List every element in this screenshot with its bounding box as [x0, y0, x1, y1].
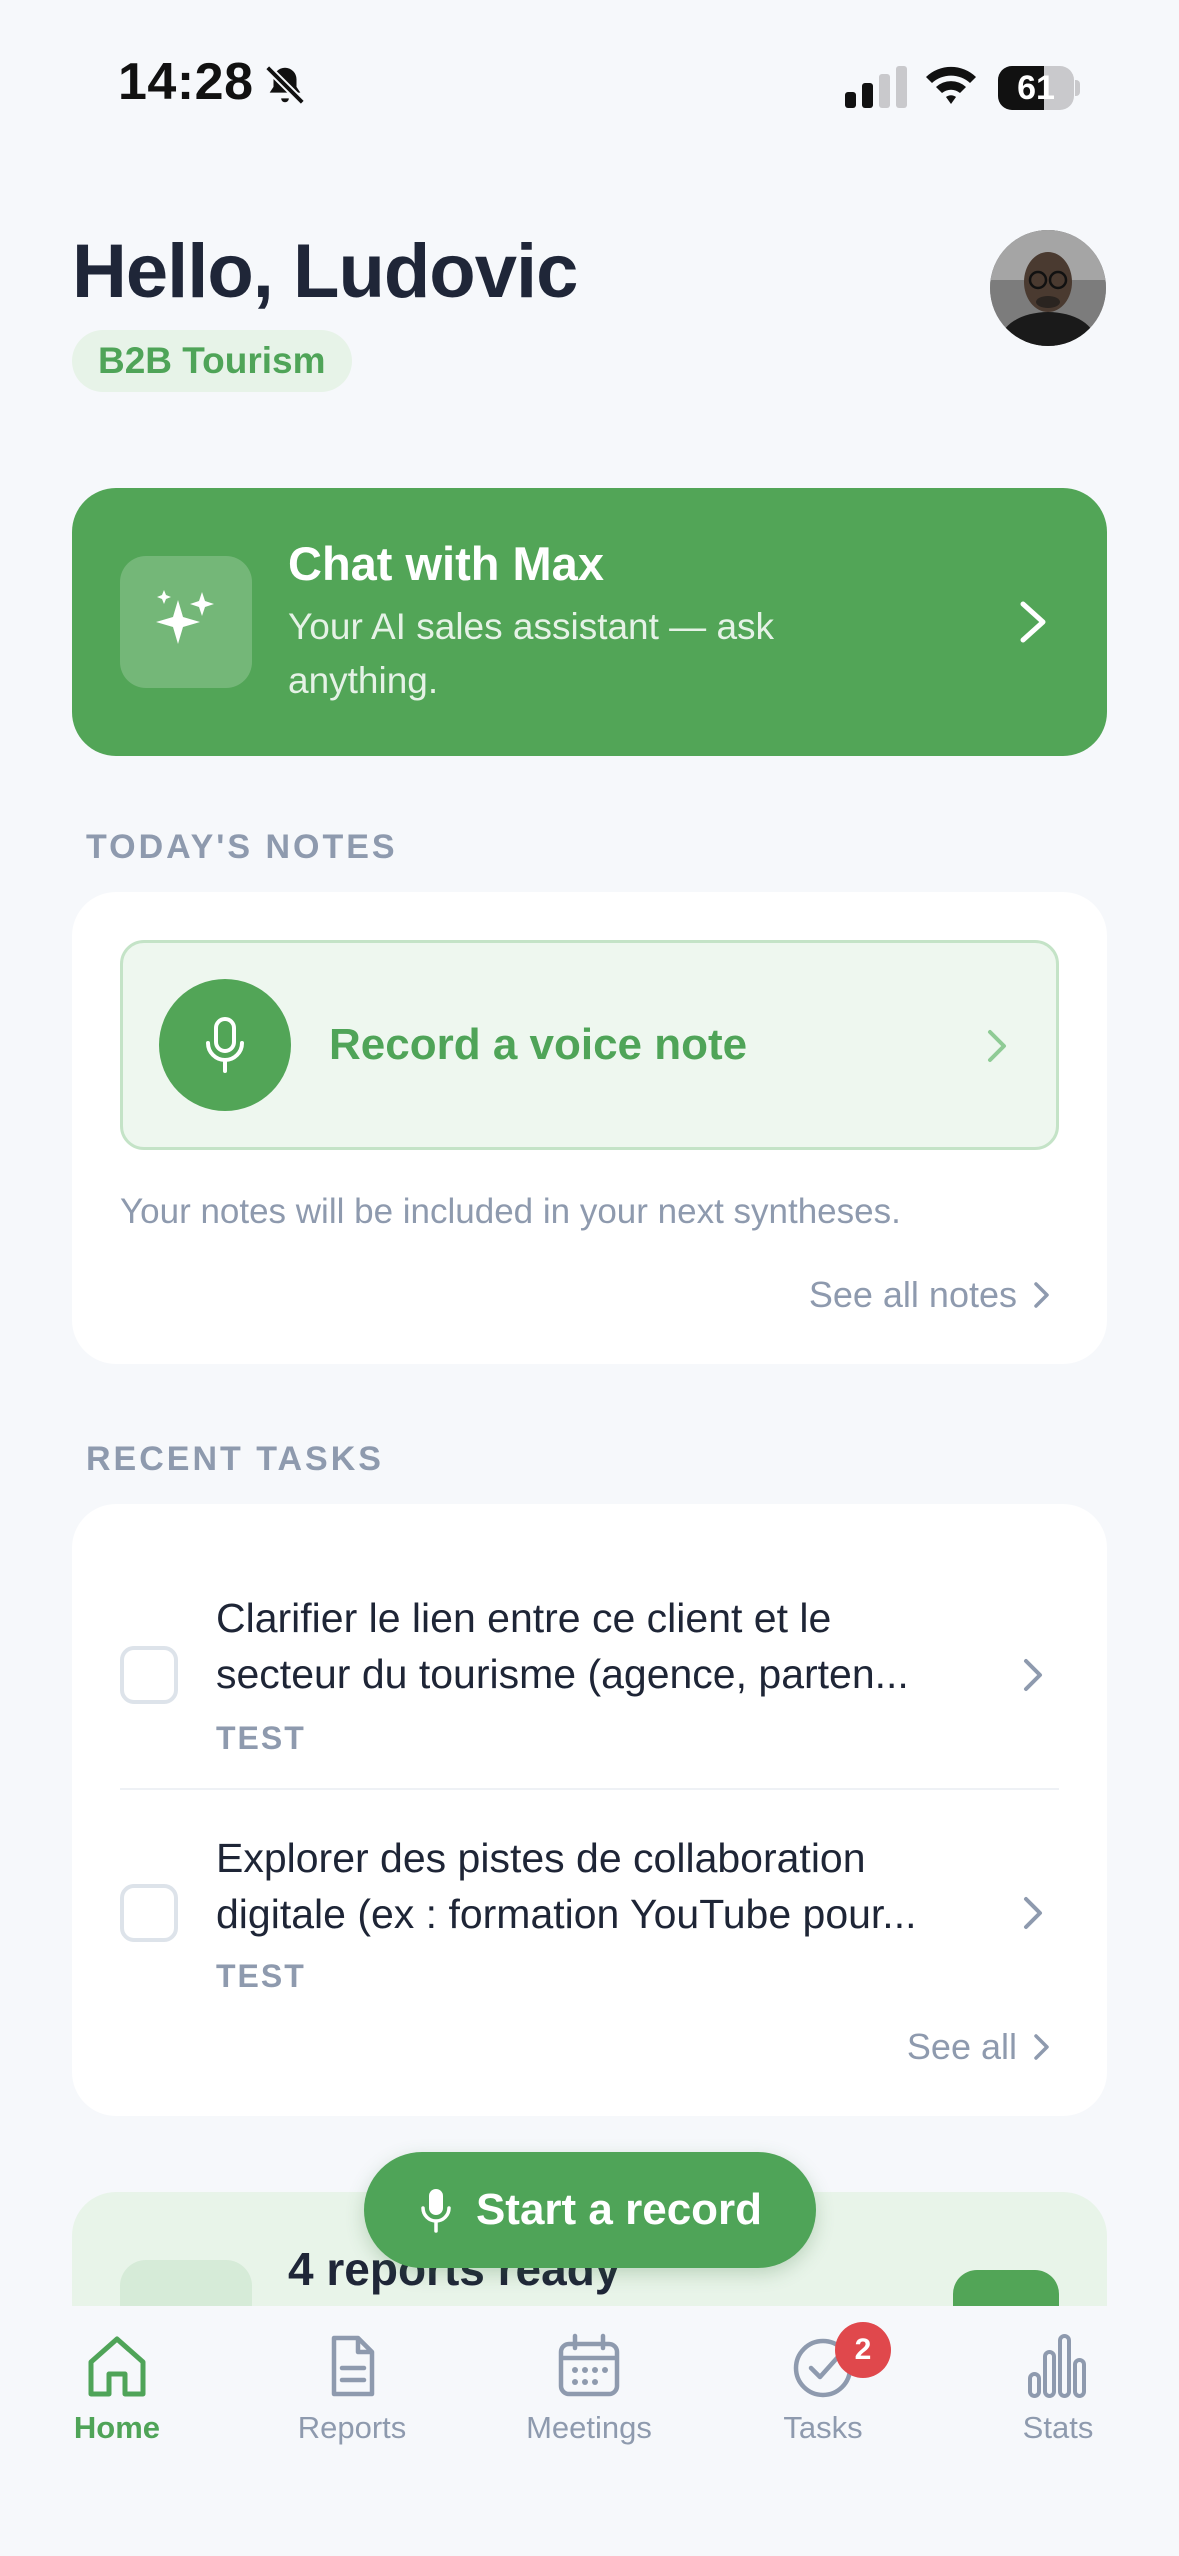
- page-title: Hello, Ludovic: [72, 229, 578, 314]
- tab-label: Meetings: [526, 2410, 652, 2445]
- tab-tasks[interactable]: 2 Tasks: [723, 2322, 923, 2446]
- see-all-tasks-link[interactable]: See all: [907, 2026, 1051, 2068]
- task-tag: TEST: [216, 1958, 306, 1994]
- record-voice-note-button[interactable]: Record a voice note: [120, 940, 1059, 1150]
- battery-percent: 61: [1017, 69, 1055, 107]
- task-title: Clarifier le lien entre ce client et le …: [216, 1595, 909, 1697]
- task-title: Explorer des pistes de collaboration dig…: [216, 1835, 917, 1937]
- cellular-signal-icon: [845, 66, 907, 108]
- tab-bar: Home Reports Meetings 2 Tasks Stats: [0, 2306, 1179, 2556]
- chevron-right-icon: [1034, 1282, 1049, 1308]
- task-row[interactable]: Explorer des pistes de collaboration dig…: [120, 1830, 1059, 1994]
- tab-reports[interactable]: Reports: [252, 2330, 452, 2446]
- task-checkbox[interactable]: [120, 1884, 178, 1942]
- tab-home[interactable]: Home: [17, 2330, 217, 2446]
- avatar[interactable]: [990, 230, 1106, 346]
- workspace-badge[interactable]: B2B Tourism: [72, 330, 352, 392]
- tasks-count-badge: 2: [835, 2322, 891, 2378]
- home-icon: [88, 2336, 146, 2397]
- bell-muted-icon: [265, 65, 305, 105]
- chevron-right-icon: [1024, 1897, 1042, 1929]
- chat-with-max-banner[interactable]: Chat with Max Your AI sales assistant — …: [72, 488, 1107, 756]
- start-record-button[interactable]: Start a record: [364, 2152, 816, 2268]
- battery-icon: 61: [998, 66, 1080, 110]
- notes-hint: Your notes will be included in your next…: [120, 1192, 901, 1231]
- avatar-photo-icon: [990, 230, 1106, 346]
- sparkles-icon: [120, 556, 252, 688]
- wifi-icon: [926, 66, 976, 104]
- tab-stats[interactable]: Stats: [958, 2330, 1158, 2446]
- task-tag: TEST: [216, 1720, 306, 1756]
- record-voice-note-label: Record a voice note: [329, 1020, 748, 1069]
- microphone-icon: [421, 2189, 451, 2233]
- start-record-label: Start a record: [475, 2185, 763, 2234]
- tab-label: Stats: [1022, 2410, 1094, 2445]
- see-all-notes-link[interactable]: See all notes: [809, 1274, 1051, 1316]
- tab-label: Home: [73, 2410, 161, 2445]
- calendar-icon: [558, 2333, 620, 2397]
- tab-label: Reports: [297, 2410, 407, 2445]
- section-label-tasks: RECENT TASKS: [86, 1440, 384, 1478]
- document-icon: [331, 2335, 375, 2397]
- microphone-icon: [159, 979, 291, 1111]
- chevron-right-icon: [1020, 601, 1046, 643]
- chat-subtitle: Your AI sales assistant — ask anything.: [288, 606, 775, 701]
- tab-meetings[interactable]: Meetings: [489, 2330, 689, 2446]
- chat-title: Chat with Max: [288, 537, 604, 590]
- tasks-card: Clarifier le lien entre ce client et le …: [72, 1504, 1107, 2116]
- chevron-right-icon: [1034, 2034, 1049, 2060]
- bar-chart-icon: [1028, 2334, 1086, 2398]
- task-row[interactable]: Clarifier le lien entre ce client et le …: [120, 1590, 1059, 1756]
- tab-label: Tasks: [783, 2410, 863, 2445]
- status-time: 14:28: [118, 53, 254, 111]
- notes-card: Record a voice note Your notes will be i…: [72, 892, 1107, 1364]
- chevron-right-icon: [988, 1030, 1006, 1062]
- divider: [120, 1788, 1059, 1790]
- chevron-right-icon: [1024, 1659, 1042, 1691]
- task-checkbox[interactable]: [120, 1646, 178, 1704]
- section-label-notes: TODAY'S NOTES: [86, 828, 398, 866]
- see-all-tasks-label: See all: [906, 2026, 1017, 2067]
- see-all-notes-label: See all notes: [808, 1274, 1017, 1315]
